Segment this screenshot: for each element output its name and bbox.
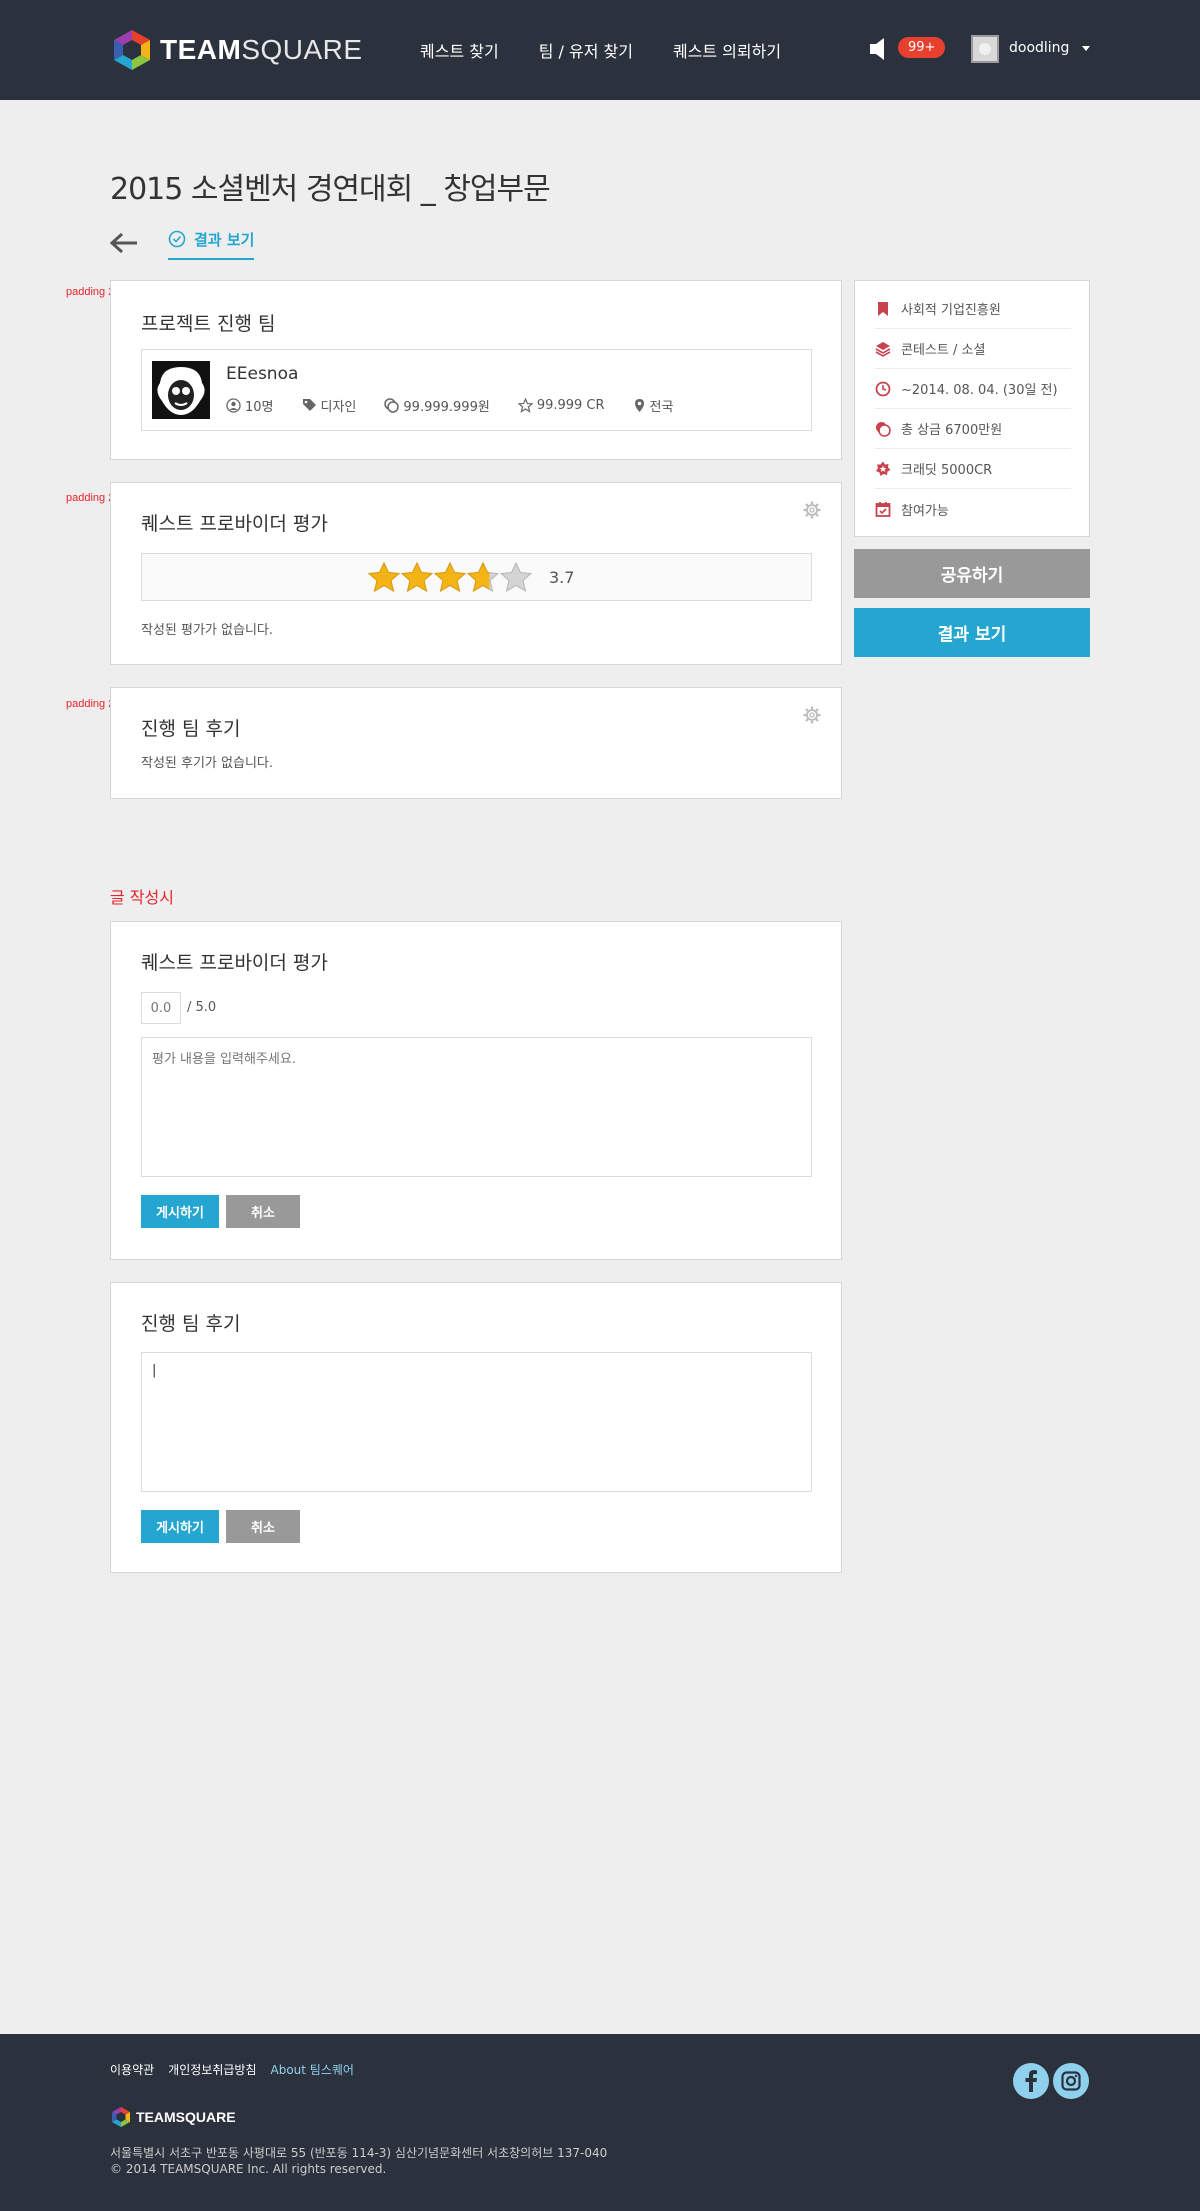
bookmark-icon [878,301,888,316]
sidebar-item-organizer: 사회적 기업진흥원 [875,289,1071,329]
footer-links: 이용약관 개인정보취급방침 About 팀스퀘어 [110,2061,354,2078]
money: 99.999.999원 [384,396,490,415]
score-input[interactable] [141,992,181,1024]
team-box[interactable]: EEesnoa 10명 디자인 99.999.999원 99.999 CR 전국 [141,349,812,431]
team-card-title: 프로젝트 진행 팀 [141,313,276,335]
star-rating [368,562,532,592]
provider-rating-card: 퀘스트 프로바이더 평가 3.7 작성된 평가가 없습니다. [110,482,842,665]
rating-form-card: 퀘스트 프로바이더 평가 / 5.0 게시하기 취소 [110,921,842,1260]
nav-quest-search[interactable]: 퀘스트 찾기 [420,38,499,62]
member-count: 10명 [226,396,274,415]
clock-icon [875,381,891,396]
sidebar-item-credit: 크래딧 5000CR [875,449,1071,489]
chevron-down-icon[interactable] [1082,46,1090,51]
writing-mode-label: 글 작성시 [110,888,174,907]
page-title: 2015 소셜벤처 경연대회 _ 창업부문 [110,172,551,207]
sidebar-item-prize: 총 상금 6700만원 [875,409,1071,449]
back-arrow-icon[interactable] [110,232,138,254]
footer: 이용약관 개인정보취급방침 About 팀스퀘어 TEAMSQUARE 서울특별… [0,2034,1200,2211]
sidebar-item-deadline: ~2014. 08. 04. (30일 전) [875,369,1071,409]
gear-icon[interactable] [803,706,821,724]
coin-icon [876,421,891,437]
facebook-icon[interactable] [1013,2063,1049,2099]
star-badge-icon [876,461,891,476]
footer-logo[interactable]: TEAMSQUARE [110,2106,236,2128]
review-form-title: 진행 팀 후기 [141,1313,241,1335]
star-icon [434,562,466,592]
team-card: 프로젝트 진행 팀 EEesnoa 10명 디자인 99.999.999원 99… [110,280,842,460]
user-avatar[interactable] [971,35,999,63]
review-empty-message: 작성된 후기가 없습니다. [141,756,273,771]
team-name[interactable]: EEesnoa [226,364,298,384]
star-icon [500,562,532,592]
layers-icon [875,341,891,357]
team-review-title: 진행 팀 후기 [141,718,241,740]
sidebar-item-category: 콘테스트 / 소셜 [875,329,1071,369]
star-outline-icon [517,398,533,413]
logo-icon [112,2107,130,2127]
calendar-check-icon [875,502,891,517]
post-button[interactable]: 게시하기 [141,1510,219,1543]
rating-form-title: 퀘스트 프로바이더 평가 [141,952,328,974]
star-icon [467,562,499,592]
check-circle-icon [168,230,186,248]
provider-rating-title: 퀘스트 프로바이더 평가 [141,513,328,535]
footer-link-about[interactable]: About 팀스퀘어 [271,2061,354,2078]
footer-link-terms[interactable]: 이용약관 [110,2061,154,2078]
user-circle-icon [226,398,241,413]
logo-text: TEAMSQUARE [160,34,363,65]
rating-empty-message: 작성된 평가가 없습니다. [141,623,273,638]
nav-team-search[interactable]: 팀 / 유저 찾기 [539,38,633,62]
category: 디자인 [302,396,356,415]
rating-textarea[interactable] [141,1037,812,1177]
post-button[interactable]: 게시하기 [141,1195,219,1228]
credit: 99.999 CR [517,396,605,415]
team-avatar [152,361,210,419]
team-review-card: 진행 팀 후기 작성된 후기가 없습니다. [110,687,842,799]
footer-address: 서울특별시 서초구 반포동 사평대로 55 (반포동 114-3) 심산기념문화… [110,2146,608,2160]
rating-box: 3.7 [141,553,812,601]
region: 전국 [633,396,673,415]
cancel-button[interactable]: 취소 [226,1195,300,1228]
tag-icon [302,399,316,411]
top-header: TEAMSQUARE 퀘스트 찾기 팀 / 유저 찾기 퀘스트 의뢰하기 99+… [0,0,1200,100]
nav-quest-request[interactable]: 퀘스트 의뢰하기 [673,38,781,62]
score-max: / 5.0 [187,1000,217,1015]
speaker-icon[interactable] [868,36,892,62]
footer-copyright: © 2014 TEAMSQUARE Inc. All rights reserv… [110,2162,387,2176]
star-icon [401,562,433,592]
quest-info-panel: 사회적 기업진흥원 콘테스트 / 소셜 ~2014. 08. 04. (30일 … [854,280,1090,537]
map-pin-icon [634,399,644,412]
notification-badge[interactable]: 99+ [898,37,946,58]
sidebar-item-status: 참여가능 [875,489,1071,529]
main-nav: 퀘스트 찾기 팀 / 유저 찾기 퀘스트 의뢰하기 [420,38,781,62]
logo[interactable]: TEAMSQUARE [110,28,363,72]
tab-result-label: 결과 보기 [194,230,255,249]
logo-icon [114,30,150,70]
result-button[interactable]: 결과 보기 [854,608,1090,657]
tab-result[interactable]: 결과 보기 [168,226,255,260]
star-icon [368,562,400,592]
footer-link-privacy[interactable]: 개인정보취급방침 [168,2061,256,2078]
share-button[interactable]: 공유하기 [854,549,1090,598]
team-meta: 10명 디자인 99.999.999원 99.999 CR 전국 [226,396,673,415]
review-form-card: 진행 팀 후기 | 게시하기 취소 [110,1282,842,1573]
rating-value: 3.7 [549,568,575,587]
instagram-icon[interactable] [1053,2063,1089,2099]
coin-icon [384,398,400,413]
review-textarea[interactable]: | [141,1352,812,1492]
gear-icon[interactable] [803,501,821,519]
cancel-button[interactable]: 취소 [226,1510,300,1543]
username[interactable]: doodling [1009,40,1069,56]
